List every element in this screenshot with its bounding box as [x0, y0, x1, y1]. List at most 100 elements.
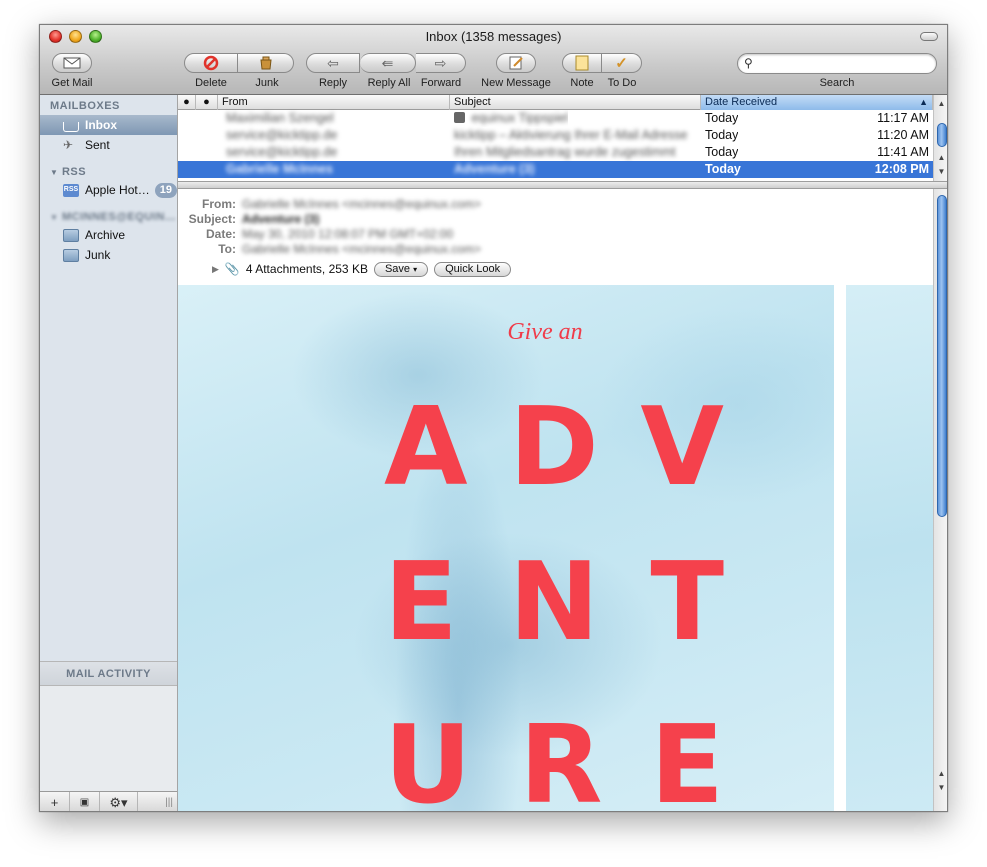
row-subject: Ihren Mitgliedsantrag wurde zugestimmt [454, 145, 676, 159]
date-value: May 30, 2010 12:08:07 PM GMT+02:00 [242, 227, 454, 241]
disclosure-triangle-icon[interactable]: ▶ [212, 264, 219, 275]
rss-header[interactable]: ▼ RSS [50, 166, 86, 178]
poster-letter: D [509, 385, 599, 510]
row-subject: equinux Tippspiel [471, 111, 569, 125]
header-to-row: To: Gabrielle McInnes <mcinnes@equinux.c… [178, 242, 898, 257]
junk-bag-icon [259, 56, 272, 70]
poster-tagline: Give an [507, 319, 583, 345]
folder-icon [63, 228, 79, 242]
note-label: Note [570, 77, 594, 89]
forward-button[interactable]: ⇨ [416, 53, 466, 73]
table-row[interactable]: service@kicktipp.de kicktipp – Aktivieru… [178, 127, 933, 144]
table-row[interactable]: service@kicktipp.de Ihren Mitgliedsantra… [178, 144, 933, 161]
scroll-up-icon[interactable]: ▲ [934, 767, 947, 780]
junk-label: Junk [255, 77, 279, 89]
note-button[interactable] [562, 53, 602, 73]
pane-splitter[interactable] [178, 181, 947, 189]
sidebar-item-archive[interactable]: Archive [40, 225, 177, 245]
new-message-button[interactable] [496, 53, 536, 73]
delete-button[interactable] [184, 53, 238, 73]
table-row[interactable]: Maximilian Szengel equinux Tippspiel Tod… [178, 110, 933, 127]
row-time: 12:08 PM [874, 162, 929, 176]
poster-letter: E [650, 703, 724, 812]
reply-all-label: Reply All [367, 77, 411, 89]
checkmark-icon: ✓ [615, 55, 628, 72]
envelope-icon [63, 57, 81, 69]
sidebar-item-inbox[interactable]: Inbox [40, 115, 177, 135]
reply-all-button[interactable]: ⇚ [360, 53, 416, 73]
mail-activity-panel: MAIL ACTIVITY [40, 661, 177, 791]
toolbar-toggle-button[interactable] [920, 32, 938, 41]
resize-handle-icon[interactable]: ||| [138, 797, 177, 808]
row-day: Today [705, 145, 739, 159]
save-attachments-button[interactable]: Save ▾ [373, 261, 429, 277]
account-header[interactable]: ▼ MCINNES@EQUIN… [50, 211, 176, 223]
header-subject-row: Subject: Adventure (3) [178, 212, 898, 227]
todo-label: To Do [607, 77, 637, 89]
message-list-scrollbar[interactable]: ▲ ▲ ▼ [933, 95, 947, 181]
unread-badge: 19 [154, 182, 177, 198]
sidebar-item-label: Apple Hot… [85, 183, 150, 197]
sidebar-item-rss-feed[interactable]: RSS Apple Hot… 19 [40, 180, 177, 200]
reply-button[interactable]: ⇦ [306, 53, 360, 73]
reply-arrow-icon: ⇦ [327, 54, 339, 71]
message-list-header: ● ● From Subject Date Received ▲ [178, 95, 933, 110]
attachments-summary: 4 Attachments, 253 KB [245, 262, 368, 276]
poster-letter: V [640, 385, 724, 510]
flag-column-header[interactable]: ● [196, 95, 218, 110]
scroll-up-icon[interactable]: ▲ [934, 97, 947, 110]
reply-label: Reply [318, 77, 348, 89]
todo-button[interactable]: ✓ [602, 53, 642, 73]
quick-look-button[interactable]: Quick Look [434, 261, 512, 277]
subject-column-header[interactable]: Subject [450, 95, 701, 110]
rss-icon: RSS [63, 183, 79, 197]
row-from: service@kicktipp.de [226, 145, 338, 159]
delete-label: Delete [195, 77, 227, 89]
account-header-label: MCINNES@EQUIN… [61, 211, 177, 223]
scroll-up-icon[interactable]: ▲ [934, 151, 947, 164]
forward-label: Forward [420, 77, 462, 89]
sidebar-bottom-bar: + ▣ ⚙▾ ||| [40, 791, 177, 811]
sidebar-item-label: Inbox [85, 118, 117, 132]
scroll-thumb[interactable] [937, 195, 947, 517]
subject-label: Subject: [188, 212, 236, 226]
scroll-thumb[interactable] [937, 123, 947, 147]
row-from: service@kicktipp.de [226, 128, 338, 142]
to-value[interactable]: Gabrielle McInnes <mcinnes@equinux.com> [242, 242, 481, 256]
add-mailbox-button[interactable]: + [40, 791, 70, 811]
disclosure-triangle-icon: ▼ [50, 213, 59, 222]
scroll-down-icon[interactable]: ▼ [934, 165, 947, 178]
table-row-selected[interactable]: Gabrielle McInnes Adventure (3) Today 12… [178, 161, 933, 178]
poster-letter: R [519, 703, 603, 812]
sidebar-item-label: Archive [85, 228, 126, 242]
row-subject-wrap: equinux Tippspiel [454, 110, 568, 127]
poster-line-2: E N T [384, 540, 724, 665]
paper-plane-icon: ✈ [63, 137, 74, 152]
row-day: Today [705, 111, 739, 125]
from-column-header[interactable]: From [218, 95, 450, 110]
get-mail-button[interactable] [52, 53, 92, 73]
junk-button[interactable] [238, 53, 294, 73]
message-view-scrollbar[interactable]: ▲ ▼ [933, 189, 947, 811]
note-icon [575, 55, 589, 71]
sidebar-item-junk[interactable]: Junk [40, 245, 177, 265]
row-from: Gabrielle McInnes [226, 162, 333, 176]
reply-all-arrow-icon: ⇚ [381, 54, 394, 71]
row-subject: kicktipp – Aktivierung Ihrer E-Mail Adre… [454, 128, 688, 142]
search-input[interactable]: ⚲ [737, 53, 937, 74]
date-column-header[interactable]: Date Received ▲ [701, 95, 933, 110]
header-from-row: From: Gabrielle McInnes <mcinnes@equinux… [178, 197, 898, 212]
poster-letter: E [384, 540, 458, 665]
image-gap [834, 285, 846, 811]
scroll-down-icon[interactable]: ▼ [934, 781, 947, 794]
plus-icon: + [50, 795, 59, 810]
action-menu-button[interactable]: ⚙▾ [100, 791, 138, 811]
unread-column-header[interactable]: ● [178, 95, 196, 110]
sidebar-item-sent[interactable]: ✈ Sent [40, 135, 177, 155]
sidebar-item-label: Junk [85, 248, 111, 262]
poster-letter: U [384, 703, 472, 812]
from-value[interactable]: Gabrielle McInnes <mcinnes@equinux.com> [242, 197, 481, 211]
window-title: Inbox (1358 messages) [425, 29, 562, 44]
show-activity-button[interactable]: ▣ [70, 791, 100, 811]
rss-header-label: RSS [61, 166, 87, 178]
